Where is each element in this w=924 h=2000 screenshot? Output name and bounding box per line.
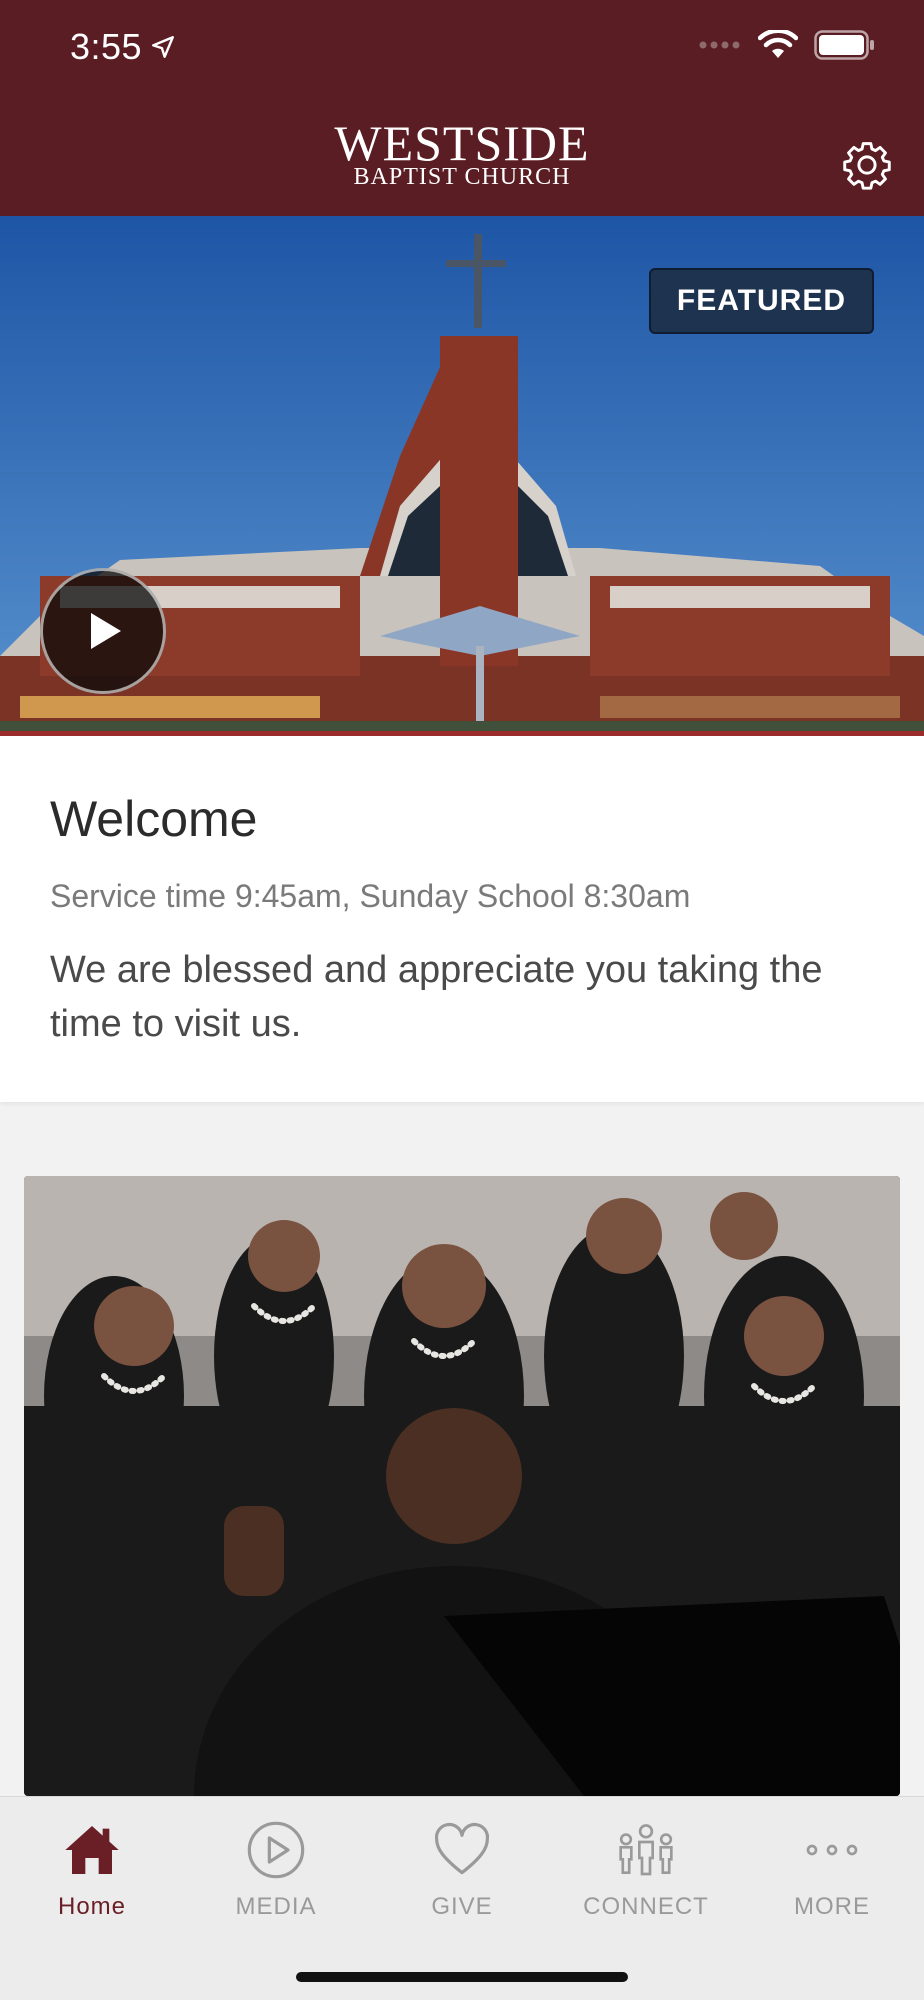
app-header: 3:55 WESTSIDE BAPTIST CHURCH: [0, 0, 924, 216]
tab-media-label: MEDIA: [235, 1893, 317, 1920]
people-icon: [619, 1824, 673, 1876]
featured-hero[interactable]: FEATURED: [0, 216, 924, 736]
play-icon: [91, 613, 121, 649]
wifi-icon: [758, 30, 798, 58]
choir-photo: [24, 1176, 900, 1796]
play-circle-icon: [247, 1821, 305, 1879]
status-time: 3:55: [70, 26, 176, 68]
tab-connect[interactable]: CONNECT: [566, 1815, 726, 1921]
location-arrow-icon: [152, 36, 175, 58]
service-times: Service time 9:45am, Sunday School 8:30a…: [50, 878, 691, 914]
logo-main-text: WESTSIDE: [334, 115, 590, 171]
tab-more[interactable]: MORE: [752, 1815, 912, 1921]
status-icons: [698, 30, 876, 60]
tab-home[interactable]: Home: [12, 1815, 172, 1921]
featured-badge: FEATURED: [648, 268, 874, 334]
more-icon: [806, 1844, 858, 1856]
welcome-title: Welcome: [50, 791, 258, 847]
home-indicator[interactable]: [296, 1972, 628, 1982]
heart-icon: [434, 1822, 490, 1875]
church-logo: WESTSIDE BAPTIST CHURCH: [0, 115, 924, 190]
welcome-message: We are blessed and appreciate you taking…: [50, 949, 823, 1045]
bottom-tab-bar: Home MEDIA GIVE CONNECT MORE: [0, 1796, 924, 2000]
gear-icon[interactable]: [840, 138, 894, 192]
status-time-label: 3:55: [70, 26, 143, 67]
cellular-signal-icon: [699, 41, 740, 49]
tab-give[interactable]: GIVE: [382, 1815, 542, 1921]
battery-icon: [814, 30, 874, 60]
tab-home-label: Home: [57, 1893, 127, 1920]
tab-media[interactable]: MEDIA: [196, 1815, 356, 1921]
tab-give-label: GIVE: [431, 1893, 493, 1920]
home-icon: [65, 1826, 119, 1874]
logo-sub-text: BAPTIST CHURCH: [353, 164, 571, 190]
choir-image-card[interactable]: [24, 1176, 900, 1796]
tab-more-label: MORE: [794, 1893, 870, 1920]
play-button[interactable]: [40, 568, 166, 694]
welcome-card[interactable]: Welcome Service time 9:45am, Sunday Scho…: [0, 736, 924, 1102]
tab-connect-label: CONNECT: [583, 1893, 709, 1920]
